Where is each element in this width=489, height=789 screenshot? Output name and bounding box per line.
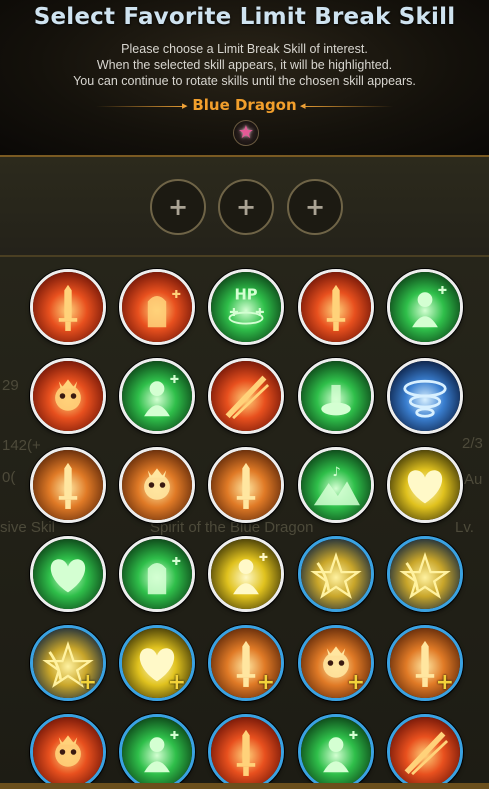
- song-pyramid-icon: ♪: [301, 450, 371, 520]
- selected-slots-area: + + +: [0, 157, 489, 255]
- skill-sword-burst-icon[interactable]: [30, 447, 106, 523]
- skill-potion-icon[interactable]: [298, 358, 374, 434]
- skill-sword-burst-plus-icon[interactable]: +: [208, 625, 284, 701]
- skill-crowned-skull-plus-icon[interactable]: +: [298, 625, 374, 701]
- svg-text:HP: HP: [234, 287, 257, 304]
- background-label: Spirit of the Blue Dragon: [150, 519, 314, 536]
- svg-text:✚: ✚: [170, 373, 179, 386]
- skill-sword-impact-icon[interactable]: [208, 447, 284, 523]
- skill-group-heal-plus-icon[interactable]: ✚: [119, 714, 195, 789]
- background-stat: Au: [464, 471, 483, 488]
- skill-skull-crowd-plus-icon[interactable]: [30, 714, 106, 789]
- skill-flame-warrior-plus-icon[interactable]: [208, 714, 284, 789]
- page-title: Select Favorite Limit Break Skill: [33, 4, 456, 30]
- plus-badge-icon: +: [78, 670, 97, 695]
- skill-winged-pentagram-icon[interactable]: [387, 536, 463, 612]
- background-stat: 142(+: [2, 437, 41, 454]
- background-label: sive Skil: [0, 519, 56, 536]
- skill-skull-crowd-icon[interactable]: [30, 358, 106, 434]
- sword-impact-icon: [211, 450, 281, 520]
- description-line-1: Please choose a Limit Break Skill of int…: [121, 42, 368, 56]
- skill-heart-plus-icon[interactable]: +: [119, 625, 195, 701]
- skill-sword-shield-icon[interactable]: [30, 269, 106, 345]
- skill-group-heal-icon[interactable]: ✚: [119, 358, 195, 434]
- svg-text:✚: ✚: [259, 551, 268, 564]
- svg-text:✚: ✚: [229, 306, 238, 319]
- header: Select Favorite Limit Break Skill Please…: [0, 0, 489, 156]
- whirlwind-sword-icon: [390, 361, 460, 431]
- skill-whirlwind-sword-icon[interactable]: [387, 358, 463, 434]
- bottom-border: [0, 783, 489, 789]
- skill-slash-plus-icon[interactable]: [387, 714, 463, 789]
- heal-figure-icon: ✚: [390, 272, 460, 342]
- crowned-skull-icon: [122, 450, 192, 520]
- skill-grid: 29 142(+ 0( sive Skil Spirit of the Blue…: [0, 257, 489, 789]
- skill-heal-figure-plus-icon[interactable]: ✚: [298, 714, 374, 789]
- plus-badge-icon: +: [435, 670, 454, 695]
- heart-icon: [390, 450, 460, 520]
- skill-hp-heal-icon[interactable]: HP ✚ ✚: [208, 269, 284, 345]
- skill-heart-icon[interactable]: [387, 447, 463, 523]
- heart-tomb-icon: [33, 539, 103, 609]
- group-heal-icon: ✚: [122, 361, 192, 431]
- flame-warrior-plus-icon: [211, 717, 281, 787]
- background-label: Lv.: [455, 519, 474, 536]
- potion-icon: [301, 361, 371, 431]
- dragon-name: Blue Dragon: [192, 96, 297, 114]
- skill-slot-2[interactable]: +: [218, 179, 274, 235]
- flame-warrior-icon: [301, 272, 371, 342]
- group-heal-plus-icon: ✚: [122, 717, 192, 787]
- svg-text:✚: ✚: [170, 729, 179, 742]
- tombstone-sword-icon: ✚: [122, 272, 192, 342]
- slash-icon: [211, 361, 281, 431]
- skill-winged-star-plus-icon[interactable]: +: [30, 625, 106, 701]
- background-stat: 0(: [2, 469, 16, 486]
- skill-slot-1[interactable]: +: [150, 179, 206, 235]
- sword-shield-icon: [33, 272, 103, 342]
- skill-revive-tomb-icon[interactable]: ✚: [119, 536, 195, 612]
- dragon-name-row: ▸ Blue Dragon ◂: [0, 96, 489, 116]
- svg-text:✚: ✚: [255, 306, 264, 319]
- slash-plus-icon: [390, 717, 460, 787]
- winged-pentagram-icon: [390, 539, 460, 609]
- skill-sword-impact-plus-icon[interactable]: +: [387, 625, 463, 701]
- golden-figure-icon: ✚: [211, 539, 281, 609]
- svg-text:✚: ✚: [349, 729, 358, 742]
- description-line-3: You can continue to rotate skills until …: [73, 74, 416, 88]
- skill-flame-warrior-icon[interactable]: [298, 269, 374, 345]
- sword-burst-icon: [33, 450, 103, 520]
- skill-slot-3[interactable]: +: [287, 179, 343, 235]
- skill-slash-icon[interactable]: [208, 358, 284, 434]
- svg-text:✚: ✚: [172, 288, 181, 301]
- plus-badge-icon: +: [256, 670, 275, 695]
- svg-text:✚: ✚: [438, 284, 447, 297]
- skill-winged-star-icon[interactable]: [298, 536, 374, 612]
- skill-tombstone-sword-icon[interactable]: ✚: [119, 269, 195, 345]
- svg-text:✚: ✚: [172, 555, 181, 568]
- skill-crowned-skull-icon[interactable]: [119, 447, 195, 523]
- skull-crowd-icon: [33, 361, 103, 431]
- plus-badge-icon: +: [346, 670, 365, 695]
- skill-song-pyramid-icon[interactable]: ♪: [298, 447, 374, 523]
- skill-heal-figure-icon[interactable]: ✚: [387, 269, 463, 345]
- winged-star-icon: [301, 539, 371, 609]
- description-line-2: When the selected skill appears, it will…: [96, 58, 393, 72]
- plus-badge-icon: +: [167, 670, 186, 695]
- background-stat: 2/3: [462, 435, 483, 452]
- heal-figure-plus-icon: ✚: [301, 717, 371, 787]
- divider-line: [303, 106, 393, 107]
- background-stat: 29: [2, 377, 19, 394]
- skill-heart-tomb-icon[interactable]: [30, 536, 106, 612]
- star-grade-icon: ★: [233, 120, 259, 146]
- svg-text:♪: ♪: [332, 465, 340, 480]
- revive-tomb-icon: ✚: [122, 539, 192, 609]
- skull-crowd-plus-icon: [33, 717, 103, 787]
- hp-heal-icon: HP ✚ ✚: [211, 272, 281, 342]
- skill-golden-figure-icon[interactable]: ✚: [208, 536, 284, 612]
